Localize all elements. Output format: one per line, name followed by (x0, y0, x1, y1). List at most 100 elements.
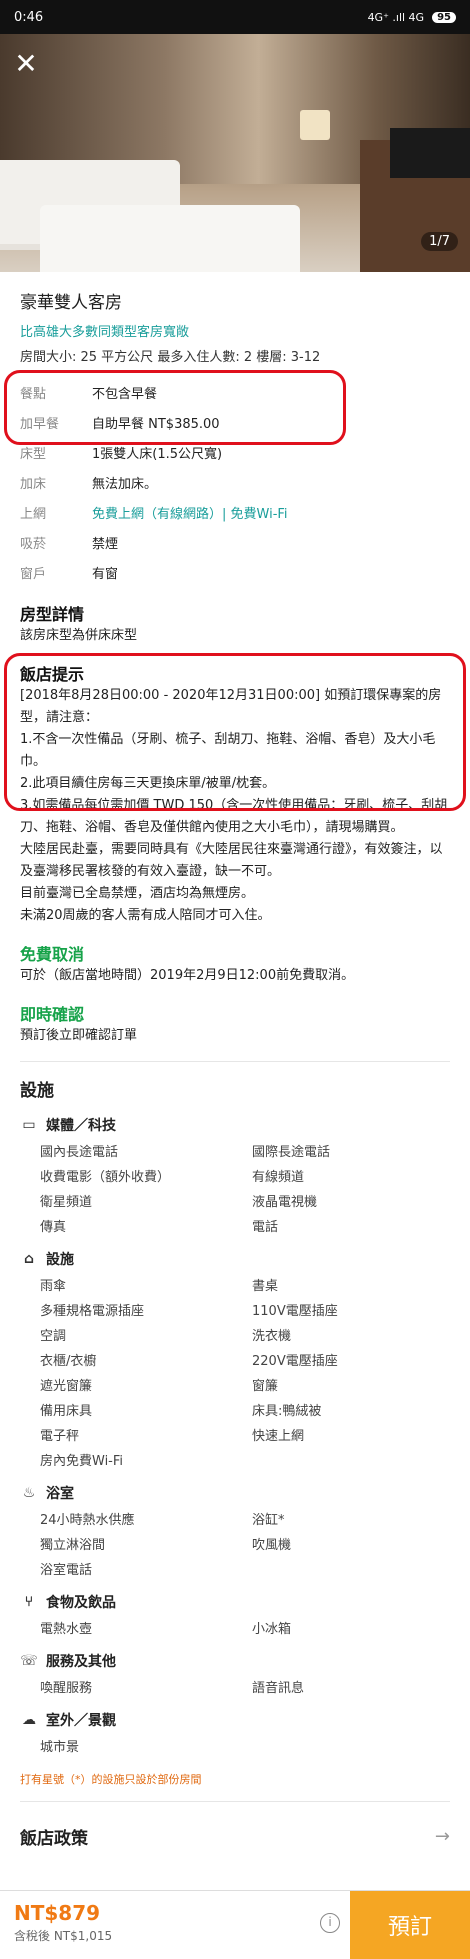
facilities-list: ▭ 媒體／科技 國內長途電話 國際長途電話 收費電影（額外收費） 有線頻道 衛星頻道 液晶電視… (20, 1115, 450, 1755)
room-title: 豪華雙人客房 (20, 293, 122, 313)
facility-group-name: 設施 (46, 1252, 74, 1268)
facility-group-name: 服務及其他 (46, 1654, 116, 1670)
facility-item: 電熱水壺 (40, 1622, 93, 1637)
facility-item: 24小時熱水供應 (40, 1513, 135, 1528)
price: NT$879 (14, 1901, 101, 1925)
facility-item: 電子秤 (40, 1429, 80, 1444)
network-indicator: 4G⁺ .ıll 4G (367, 10, 425, 24)
facility-group-name: 浴室 (46, 1486, 74, 1502)
spec-value: 禁煙 (92, 536, 119, 552)
notice-line: 2.此項目續住房每三天更換床單/被單/枕套。 (20, 776, 276, 791)
facility-item: 收費電影（額外收費） (40, 1170, 171, 1185)
info-icon[interactable]: i (320, 1913, 340, 1933)
facility-item: 小冰箱 (252, 1622, 292, 1637)
facility-group: ⌂ 設施 雨傘 書桌 多種規格電源插座 110V電壓插座 空調 洗衣機 衣櫃/衣櫥 220V電壓插… (20, 1249, 450, 1469)
status-time: 0:46 (14, 9, 44, 25)
home-icon: ⌂ (23, 1251, 35, 1267)
hotel-notice-title: 飯店提示 (20, 665, 85, 684)
facility-item: 吹風機 (252, 1538, 292, 1553)
spec-row: 床型 1張雙人床(1.5公尺寬) (20, 437, 450, 467)
free-cancel-text: 可於（飯店當地時間）2019年2月9日12:00前免費取消。 (20, 968, 355, 983)
facility-item: 國內長途電話 (40, 1145, 119, 1160)
facility-item: 語音訊息 (252, 1681, 305, 1696)
facility-item: 快速上網 (252, 1429, 305, 1444)
facilities-title: 設施 (20, 1081, 54, 1101)
facility-item: 遮光窗簾 (40, 1379, 93, 1394)
facility-group-header: ♨ 浴室 (20, 1483, 450, 1503)
room-details-title: 房型詳情 (20, 605, 85, 624)
room-size-note: 比高雄大多數同類型客房寬敞 (20, 325, 190, 340)
spec-value: 自助早餐 NT$385.00 (92, 416, 220, 432)
photo-counter: 1/7 (421, 232, 458, 251)
booking-bar: NT$879 含稅後 NT$1,015 i 預訂 (0, 1890, 470, 1959)
spec-row: 餐點 不包含早餐 (20, 377, 450, 407)
facility-group-header: ⌂ 設施 (20, 1249, 450, 1269)
hotel-policy-title: 飯店政策 (20, 1829, 88, 1849)
facility-item: 衛星頻道 (40, 1195, 93, 1210)
spec-key: 吸菸 (20, 536, 47, 552)
service-icon: ☏ (20, 1653, 38, 1669)
spec-key: 窗戶 (20, 566, 47, 582)
spec-row: 吸菸 禁煙 (20, 527, 450, 557)
facility-group-header: ☏ 服務及其他 (20, 1651, 450, 1671)
divider (20, 1801, 450, 1802)
facility-item: 空調 (40, 1329, 67, 1344)
utensils-icon: ⑂ (24, 1594, 34, 1610)
facility-item: 國際長途電話 (252, 1145, 331, 1160)
facility-item: 洗衣機 (252, 1329, 292, 1344)
spec-value: 1張雙人床(1.5公尺寬) (92, 446, 223, 462)
facility-group-name: 食物及飲品 (46, 1595, 116, 1611)
room-photo-gallery[interactable]: ✕ 1/7 (0, 0, 470, 272)
spec-key: 加早餐 (20, 416, 60, 432)
price-with-tax: 含稅後 NT$1,015 (14, 1929, 113, 1943)
facility-group: ⑂ 食物及飲品電熱水壺 小冰箱 (20, 1592, 450, 1637)
spec-row: 加床 無法加床。 (20, 467, 450, 497)
facility-item: 220V電壓插座 (252, 1354, 338, 1369)
facilities-footnote: 打有星號（*）的設施只設於部份房間 (20, 1773, 202, 1786)
free-cancel-title: 免費取消 (20, 945, 85, 964)
spec-value: 不包含早餐 (92, 386, 158, 402)
facility-group-header: ▭ 媒體／科技 (20, 1115, 450, 1135)
facility-item: 浴缸* (252, 1513, 285, 1528)
facility-item: 喚醒服務 (40, 1681, 93, 1696)
spec-value[interactable]: 免費上網（有線網路）| 免費Wi-Fi (92, 503, 288, 522)
spec-key: 加床 (20, 476, 47, 492)
status-bar: 0:46 4G⁺ .ıll 4G 95 (0, 0, 470, 34)
room-detail-content: 豪華雙人客房 比高雄大多數同類型客房寬敞 房間大小: 25 平方公尺 最多入住人… (0, 272, 470, 1849)
facility-group: ♨ 浴室 24小時熱水供應 浴缸* 獨立淋浴間 吹風機 浴室電話 (20, 1483, 450, 1578)
spec-key: 床型 (20, 446, 47, 462)
book-button[interactable]: 預訂 (350, 1891, 470, 1959)
facility-group-name: 媒體／科技 (46, 1118, 116, 1134)
bathtub-icon: ♨ (22, 1485, 36, 1501)
spec-value: 無法加床。 (92, 476, 158, 492)
close-icon[interactable]: ✕ (12, 50, 40, 78)
instant-confirm-text: 預訂後立即確認訂單 (20, 1028, 138, 1043)
notice-line: 大陸居民赴臺，需要同時具有《大陸居民往來臺灣通行證》，有效簽注，以及臺灣移民署核… (20, 842, 443, 879)
facility-item: 雨傘 (40, 1279, 67, 1294)
facility-group: ☁ 室外／景觀 城市景 (20, 1710, 450, 1755)
facility-item: 床具:鴨絨被 (252, 1404, 322, 1419)
facility-item: 窗簾 (252, 1379, 279, 1394)
spec-row: 窗戶 有窗 (20, 557, 450, 587)
facility-group-header: ☁ 室外／景觀 (20, 1710, 450, 1730)
facility-item: 有線頻道 (252, 1170, 305, 1185)
facility-group-header: ⑂ 食物及飲品 (20, 1592, 450, 1612)
spec-key: 餐點 (20, 386, 47, 402)
instant-confirm-title: 即時確認 (20, 1005, 85, 1024)
hotel-notice-text: [2018年8月28日00:00 - 2020年12月31日00:00] 如預訂… (20, 685, 450, 927)
facility-item: 110V電壓插座 (252, 1304, 338, 1319)
landscape-icon: ☁ (22, 1712, 36, 1728)
notice-line: [2018年8月28日00:00 - 2020年12月31日00:00] 如預訂… (20, 688, 442, 725)
facility-group: ☏ 服務及其他喚醒服務 語音訊息 (20, 1651, 450, 1696)
facility-item: 多種規格電源插座 (40, 1304, 145, 1319)
spec-key: 上網 (20, 506, 47, 522)
facility-item: 浴室電話 (40, 1563, 93, 1578)
facility-item: 備用床具 (40, 1404, 93, 1419)
facility-item: 房內免費Wi-Fi (40, 1454, 124, 1469)
facility-group: ▭ 媒體／科技 國內長途電話 國際長途電話 收費電影（額外收費） 有線頻道 衛星頻道 液晶電視… (20, 1115, 450, 1235)
hotel-policy-link[interactable]: 飯店政策 → (20, 1824, 450, 1849)
tv-icon: ▭ (22, 1117, 36, 1133)
facility-group-name: 室外／景觀 (46, 1713, 116, 1729)
facility-item: 電話 (252, 1220, 279, 1235)
room-details-text: 該房床型為併床床型 (20, 628, 138, 643)
